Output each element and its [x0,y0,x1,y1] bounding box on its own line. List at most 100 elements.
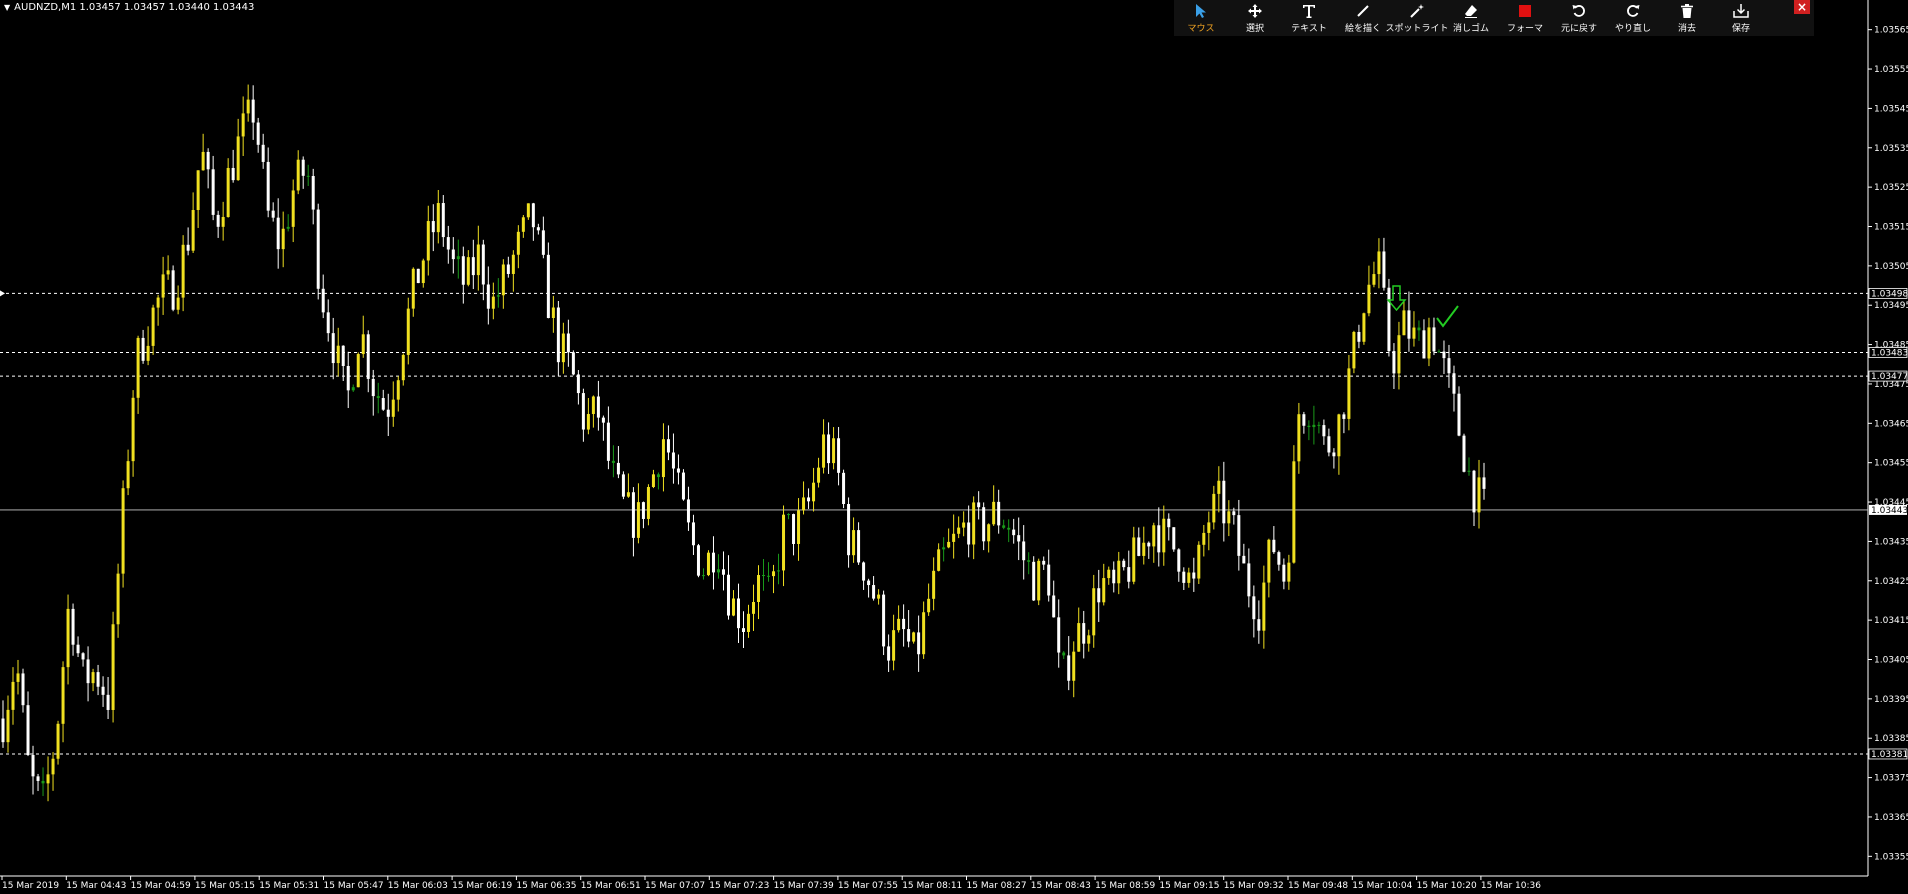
candle-body [1042,560,1046,565]
candle-body [1182,571,1186,583]
candle-body [86,659,90,684]
chart-header: ▼ AUDNZD,M1 1.03457 1.03457 1.03440 1.034… [4,2,254,13]
tool-undo-button[interactable]: 元に戻す [1552,0,1606,36]
candle-body [456,256,460,260]
candle-body [1277,552,1281,565]
time-tick-label: 15 Mar 07:23 [709,881,769,891]
candle-body [266,161,270,211]
candle-body [1112,569,1116,584]
tool-draw-button[interactable]: 絵を描く [1336,0,1390,36]
candle-body [136,337,140,398]
candle-body [752,602,756,614]
candle-body [1012,529,1016,536]
candle-body [997,501,1001,526]
candle-body [26,705,30,756]
tool-redo-button[interactable]: やり直し [1606,0,1660,36]
candle-body [1187,572,1191,583]
candle-body [1122,560,1126,568]
candle-body [842,472,846,505]
tool-mouse-button[interactable]: マウス [1174,0,1228,36]
candle-body [566,333,570,353]
candle-body [156,297,160,308]
candle-body [1467,470,1471,472]
candle-body [606,422,610,461]
time-tick-label: 15 Mar 10:20 [1417,881,1477,891]
candle-body [1437,351,1441,353]
price-tick-label: 1.03395 [1874,695,1908,705]
candle-body [872,585,876,599]
candle-body [812,482,816,502]
checkmark-marker-icon [1436,305,1459,328]
candle-body [912,632,916,642]
candle-body [1037,560,1041,601]
time-tick-label: 15 Mar 07:07 [645,881,705,891]
candle-body [16,673,20,682]
candle-body [476,244,480,276]
candle-body [261,144,265,162]
candle-body [987,524,991,542]
candle-body [686,499,690,523]
candle-body [571,352,575,375]
candle-body [1072,651,1076,681]
candle-body [887,646,891,661]
candle-body [1172,527,1176,550]
price-tick-label: 1.03355 [1874,852,1908,862]
tool-spotlight-button[interactable]: スポットライト [1386,0,1449,36]
candle-body [556,307,560,363]
candle-body [932,570,936,599]
tool-eraser-button[interactable]: 消しゴム [1444,0,1498,36]
candle-body [196,170,200,211]
candle-body [621,474,625,497]
tool-format-button[interactable]: フォーマ [1498,0,1552,36]
candle-body [171,270,175,310]
candle-body [1297,414,1301,462]
candle-body [176,297,180,310]
candle-body [71,608,75,645]
candle-body [536,227,540,231]
candle-body [1352,331,1356,369]
candle-body [1472,470,1476,513]
level-line-handle-icon [0,290,5,297]
candle-body [66,608,70,668]
candle-body [1192,572,1196,579]
tool-select-button[interactable]: 選択 [1228,0,1282,36]
candle-body [331,333,335,364]
candle-body [1347,368,1351,419]
symbol-ohlc-label: AUDNZD,M1 1.03457 1.03457 1.03440 1.0344… [14,2,255,13]
candle-body [967,522,971,545]
tool-text-button[interactable]: テキスト [1282,0,1336,36]
time-tick-label: 15 Mar 05:15 [195,881,255,891]
candle-body [772,571,776,577]
tool-label: 元に戻す [1560,24,1597,34]
dropdown-triangle-icon[interactable]: ▼ [4,3,10,12]
candle-body [316,209,320,289]
tool-save-button[interactable]: 保存 [1714,0,1768,36]
candle-body [1087,635,1091,644]
candle-body [792,514,796,544]
price-tick-label: 1.03455 [1874,459,1908,469]
candle-body [1077,623,1081,652]
time-tick-label: 15 Mar 05:31 [259,881,319,891]
candle-body [942,547,946,550]
price-chart[interactable]: 1.03565 1.03555 1.03545 1.03535 1.03525 1.035… [0,0,1908,894]
close-toolbar-button[interactable]: × [1794,0,1810,14]
time-tick-label: 15 Mar 06:35 [516,881,576,891]
candle-body [852,530,856,556]
candle-body [1047,564,1051,596]
candle-body [406,308,410,355]
level-price-label: 1.03381 [1871,750,1908,760]
candle-body [311,176,315,210]
undo-icon [1571,2,1587,20]
candle-body [1402,310,1406,336]
candle-body [511,254,515,274]
candle-body [972,502,976,545]
candle-body [1247,563,1251,597]
candle-body [802,497,806,511]
tool-clear-button[interactable]: 消去 [1660,0,1714,36]
candle-body [321,288,325,313]
candle-body [807,497,811,502]
candle-body [291,190,295,227]
candle-body [401,354,405,381]
candle-body [977,502,981,508]
candle-body [431,221,435,233]
